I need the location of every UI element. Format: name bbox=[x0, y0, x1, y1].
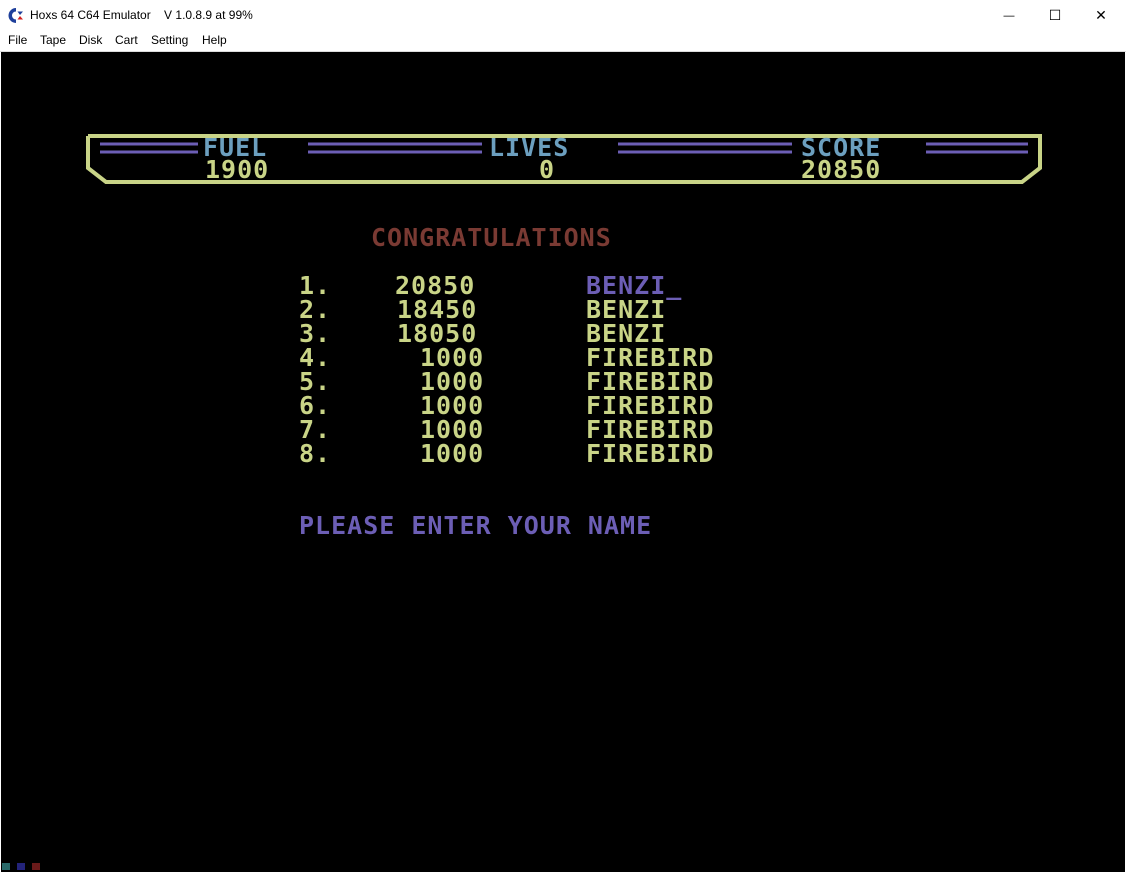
rank: 8. bbox=[299, 439, 332, 468]
maximize-button[interactable]: ☐ bbox=[1032, 0, 1078, 31]
enter-name-prompt: PLEASE ENTER YOUR NAME bbox=[299, 511, 653, 540]
status-leds bbox=[2, 863, 40, 870]
menu-tape[interactable]: Tape bbox=[40, 33, 66, 47]
score-value: 20850 bbox=[801, 155, 882, 184]
close-button[interactable]: ✕ bbox=[1078, 0, 1124, 31]
menu-file[interactable]: File bbox=[8, 33, 27, 47]
menu-disk[interactable]: Disk bbox=[79, 33, 102, 47]
title-bar[interactable]: Hoxs 64 C64 Emulator V 1.0.8.9 at 99% — … bbox=[0, 0, 1126, 31]
congratulations-text: CONGRATULATIONS bbox=[371, 223, 612, 252]
commodore-logo-icon bbox=[8, 8, 23, 23]
status-led-icon bbox=[32, 863, 40, 870]
close-icon: ✕ bbox=[1095, 7, 1107, 23]
menu-cart[interactable]: Cart bbox=[115, 33, 138, 47]
menu-help[interactable]: Help bbox=[202, 33, 227, 47]
minimize-button[interactable]: — bbox=[986, 0, 1032, 31]
score: 1000 bbox=[420, 439, 485, 468]
player-name: FIREBIRD bbox=[586, 439, 715, 468]
window-title: Hoxs 64 C64 Emulator V 1.0.8.9 at 99% bbox=[30, 8, 253, 22]
status-led-icon bbox=[2, 863, 10, 870]
status-led-icon bbox=[17, 863, 25, 870]
maximize-icon: ☐ bbox=[1048, 7, 1062, 23]
minimize-icon: — bbox=[1003, 9, 1015, 22]
menu-bar: File Tape Disk Cart Setting Help bbox=[0, 31, 1126, 52]
fuel-value: 1900 bbox=[205, 155, 270, 184]
lives-label: LIVES bbox=[489, 133, 570, 162]
lives-value: 0 bbox=[539, 155, 556, 184]
menu-setting[interactable]: Setting bbox=[151, 33, 188, 47]
